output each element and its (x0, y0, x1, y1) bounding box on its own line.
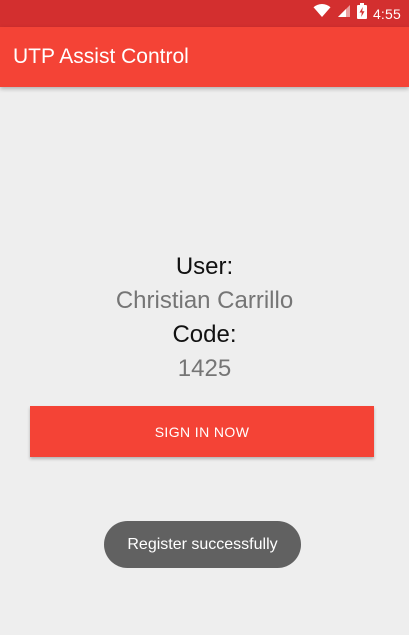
app-title: UTP Assist Control (13, 45, 189, 68)
user-name: Christian Carrillo (115, 287, 294, 314)
sign-in-button[interactable]: SIGN IN NOW (30, 406, 374, 457)
toast-message: Register successfully (104, 521, 301, 568)
wifi-icon (313, 4, 331, 23)
cellular-signal-icon (337, 4, 351, 23)
battery-charging-icon (356, 3, 367, 24)
app-bar: UTP Assist Control (0, 27, 409, 87)
status-icons: 4:55 (313, 0, 401, 27)
status-bar: 4:55 (0, 0, 409, 27)
code-label: Code: (172, 321, 237, 348)
user-info: User: Christian Carrillo Code: 1425 (0, 250, 409, 386)
status-time: 4:55 (372, 5, 401, 22)
code-value: 1425 (177, 355, 232, 382)
user-label: User: (175, 253, 234, 280)
